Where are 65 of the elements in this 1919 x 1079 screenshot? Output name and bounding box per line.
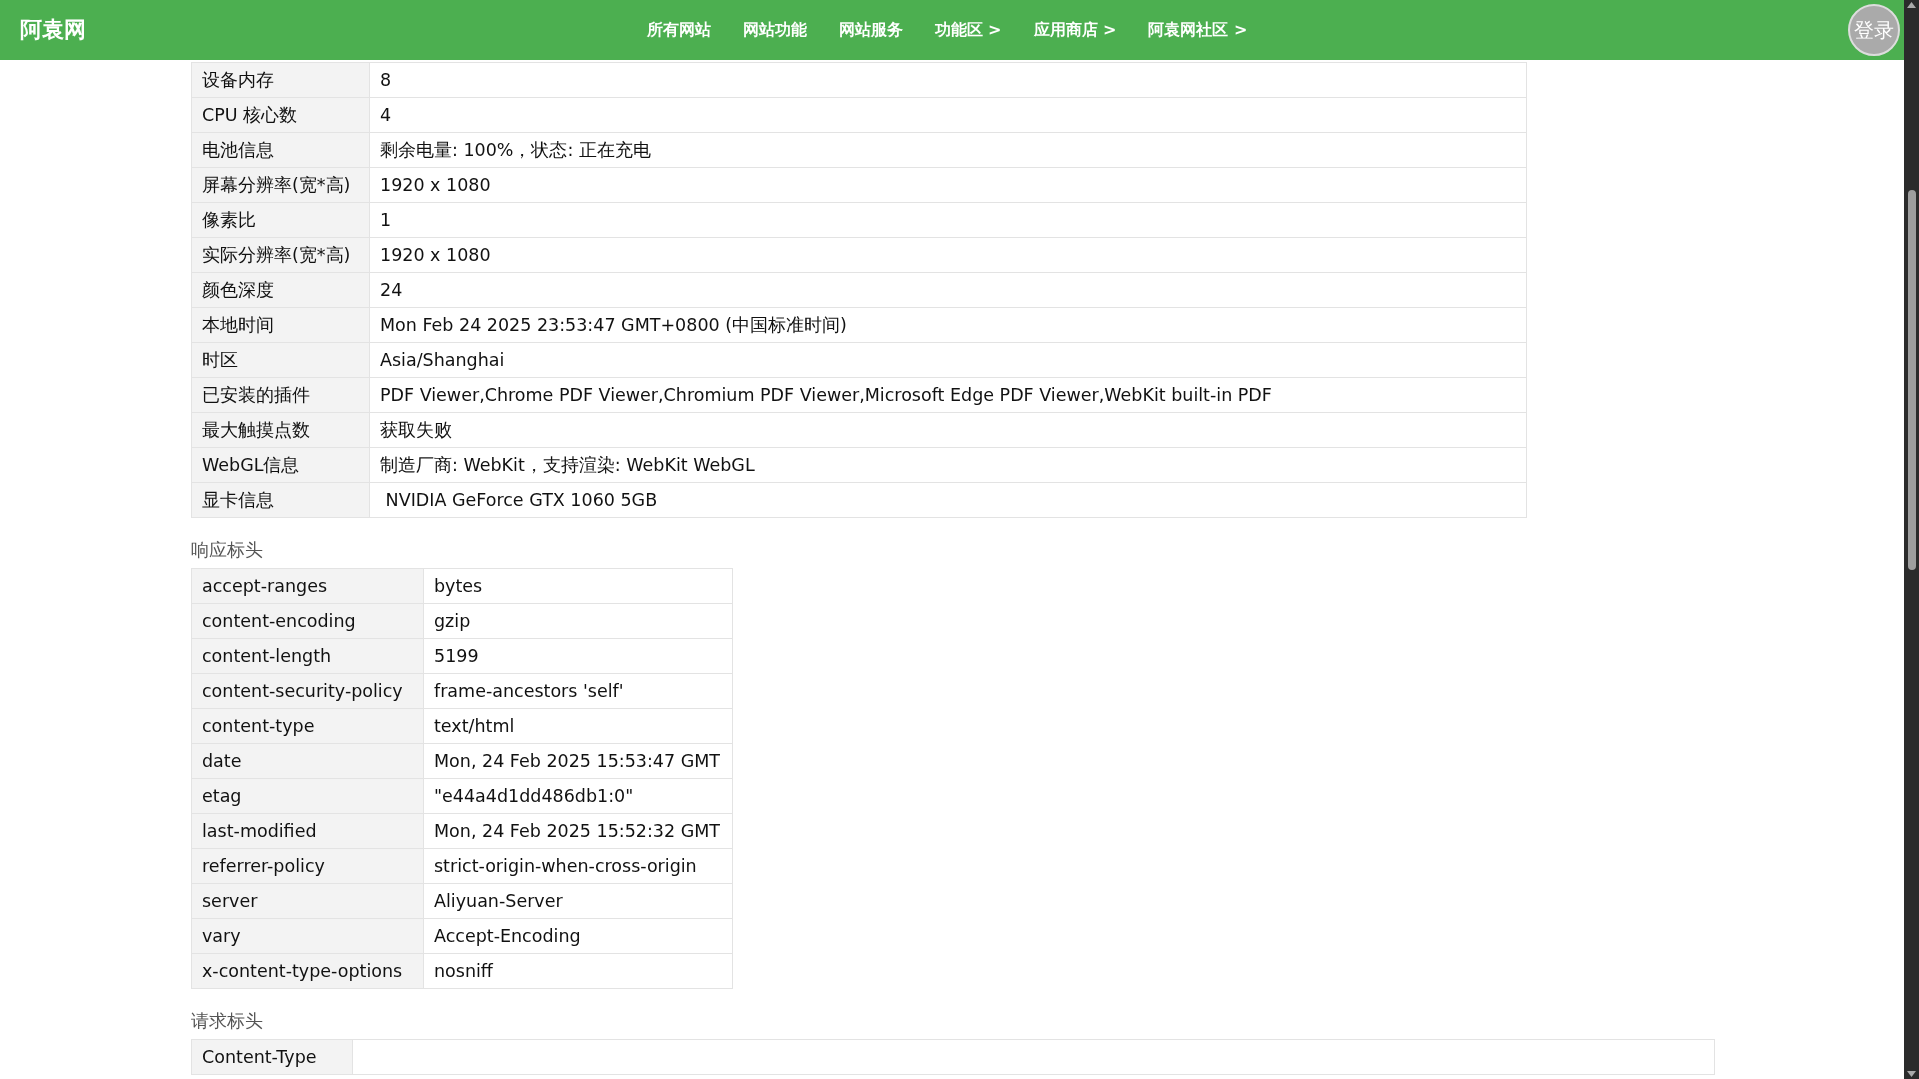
property-value-cell: PDF Viewer,Chrome PDF Viewer,Chromium PDF Viewer,Microsoft Edge PDF Viewer,WebKit built-in PDF xyxy=(369,377,1527,413)
property-name-cell: content-type xyxy=(191,708,424,744)
scrollbar[interactable] xyxy=(1904,0,1919,1079)
property-value-cell: NVIDIA GeForce GTX 1060 5GB xyxy=(369,482,1527,518)
property-value-cell: strict-origin-when-cross-origin xyxy=(423,848,733,884)
property-value-cell: 4 xyxy=(369,97,1527,133)
property-name-cell: 时区 xyxy=(191,342,370,378)
property-name-cell: 电池信息 xyxy=(191,132,370,168)
property-value-cell: "e44a4d1dd486db1:0" xyxy=(423,778,733,814)
nav-link[interactable]: 网站服务 xyxy=(832,19,909,41)
scroll-up-icon[interactable] xyxy=(1907,2,1916,8)
property-name-cell: server xyxy=(191,883,424,919)
scrollbar-thumb[interactable] xyxy=(1907,189,1916,570)
property-name-cell: 屏幕分辨率(宽*高) xyxy=(191,167,370,203)
property-name-cell: 最大触摸点数 xyxy=(191,412,370,448)
property-name-cell: Content-Type xyxy=(191,1039,353,1075)
property-name-cell: referrer-policy xyxy=(191,848,424,884)
property-name-cell: accept-ranges xyxy=(191,568,424,604)
property-name-cell: vary xyxy=(191,918,424,954)
property-value-cell: text/html xyxy=(423,708,733,744)
property-name-cell: 实际分辨率(宽*高) xyxy=(191,237,370,273)
property-name-cell: WebGL信息 xyxy=(191,447,370,483)
property-value-cell: frame-ancestors 'self' xyxy=(423,673,733,709)
property-value-cell: nosniff xyxy=(423,953,733,989)
property-name-cell: content-security-policy xyxy=(191,673,424,709)
property-value-cell: Mon, 24 Feb 2025 15:52:32 GMT xyxy=(423,813,733,849)
property-name-cell: content-length xyxy=(191,638,424,674)
property-name-cell: 颜色深度 xyxy=(191,272,370,308)
property-name-cell: etag xyxy=(191,778,424,814)
nav-link[interactable]: 所有网站 xyxy=(640,19,717,41)
property-name-cell: CPU 核心数 xyxy=(191,97,370,133)
property-value-cell: 5199 xyxy=(423,638,733,674)
section-title: 响应标头 xyxy=(191,538,264,562)
nav-link[interactable]: 功能区 > xyxy=(928,19,1008,41)
property-name-cell: content-encoding xyxy=(191,603,424,639)
property-name-cell: 像素比 xyxy=(191,202,370,238)
property-name-cell: 已安装的插件 xyxy=(191,377,370,413)
property-name-cell: last-modified xyxy=(191,813,424,849)
nav-link[interactable]: 阿袁网社区 > xyxy=(1142,19,1254,41)
property-value-cell: 1920 x 1080 xyxy=(369,237,1527,273)
scroll-down-icon[interactable] xyxy=(1907,1071,1916,1077)
property-value-cell: 1 xyxy=(369,202,1527,238)
property-name-cell: 设备内存 xyxy=(191,62,370,98)
property-value-cell: Mon Feb 24 2025 23:53:47 GMT+0800 (中国标准时间) xyxy=(369,307,1527,343)
section-title: 请求标头 xyxy=(191,1009,264,1033)
property-value-cell: Accept-Encoding xyxy=(423,918,733,954)
property-name-cell: 显卡信息 xyxy=(191,482,370,518)
property-name-cell: date xyxy=(191,743,424,779)
property-name-cell: 本地时间 xyxy=(191,307,370,343)
property-value-cell: gzip xyxy=(423,603,733,639)
property-value-cell: bytes xyxy=(423,568,733,604)
nav-link[interactable]: 应用商店 > xyxy=(1027,19,1123,41)
property-value-cell: 1920 x 1080 xyxy=(369,167,1527,203)
nav-link[interactable]: 网站功能 xyxy=(736,19,813,41)
property-value-cell: Mon, 24 Feb 2025 15:53:47 GMT xyxy=(423,743,733,779)
property-value-cell: 获取失败 xyxy=(369,412,1527,448)
login-button[interactable]: 登录 xyxy=(1848,4,1900,56)
property-value-cell: 8 xyxy=(369,62,1527,98)
property-value-cell: 24 xyxy=(369,272,1527,308)
property-value-cell: 剩余电量: 100%，状态: 正在充电 xyxy=(369,132,1527,168)
property-value-cell: Aliyuan-Server xyxy=(423,883,733,919)
property-name-cell: x-content-type-options xyxy=(191,953,424,989)
site-logo[interactable]: 阿袁网 xyxy=(20,15,86,45)
property-value-cell: Asia/Shanghai xyxy=(369,342,1527,378)
property-value-cell: 制造厂商: WebKit，支持渲染: WebKit WebGL xyxy=(369,447,1527,483)
